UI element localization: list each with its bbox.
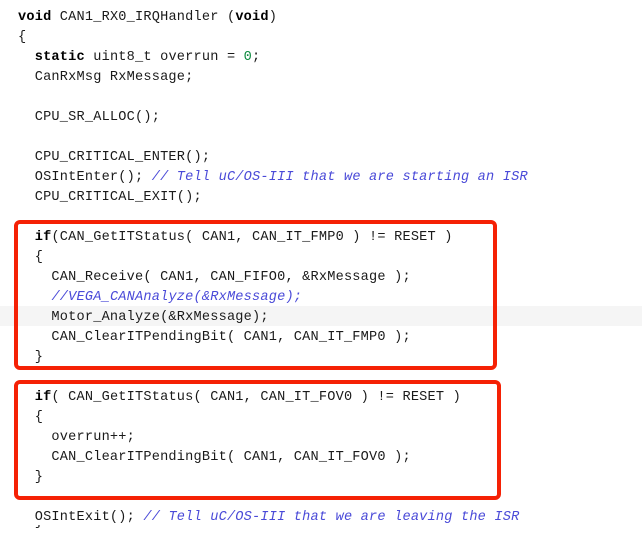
code-token: OSIntExit(); [18, 510, 144, 525]
code-line[interactable]: { [18, 408, 43, 428]
code-line[interactable]: CAN_ClearITPendingBit( CAN1, CAN_IT_FMP0… [18, 328, 411, 348]
code-line[interactable]: Motor_Analyze(&RxMessage); [18, 308, 269, 328]
number-token: 0 [243, 50, 253, 65]
code-token: { [18, 30, 27, 45]
code-line[interactable]: if( CAN_GetITStatus( CAN1, CAN_IT_FOV0 )… [18, 388, 461, 408]
code-token: } [18, 470, 44, 485]
code-line[interactable]: { [18, 28, 26, 48]
keyword-token: if [34, 230, 52, 245]
keyword-token: if [34, 390, 52, 405]
code-line[interactable]: overrun++; [18, 428, 135, 448]
code-line[interactable]: } [18, 468, 43, 488]
code-token: OSIntEnter(); [18, 170, 152, 185]
code-line[interactable]: CPU_CRITICAL_ENTER(); [18, 148, 210, 168]
code-token: CAN_Receive( CAN1, CAN_FIFO0, &RxMessage… [18, 270, 411, 285]
code-token: ) [268, 10, 278, 25]
code-token: CPU_CRITICAL_EXIT(); [18, 190, 202, 205]
code-line[interactable]: OSIntEnter(); // Tell uC/OS-III that we … [18, 168, 528, 188]
code-token: uint8_t overrun = [84, 50, 244, 65]
code-line[interactable]: } [18, 348, 43, 368]
code-token: } [18, 350, 44, 365]
code-line[interactable]: OSIntExit(); // Tell uC/OS-III that we a… [18, 508, 520, 528]
keyword-token: void [235, 10, 269, 25]
code-line[interactable]: CAN_ClearITPendingBit( CAN1, CAN_IT_FOV0… [18, 448, 411, 468]
code-line[interactable]: void CAN1_RX0_IRQHandler (void) [18, 8, 277, 28]
comment-token: // Tell uC/OS-III that we are leaving th… [143, 510, 520, 525]
code-token: CAN1_RX0_IRQHandler ( [51, 10, 236, 25]
code-token: ( CAN_GetITStatus( CAN1, CAN_IT_FOV0 ) !… [51, 390, 461, 405]
code-token: CPU_SR_ALLOC(); [18, 110, 161, 125]
comment-token: //VEGA_CANAnalyze(&RxMessage); [51, 290, 303, 305]
code-editor-surface[interactable]: void CAN1_RX0_IRQHandler (void) { static … [0, 0, 642, 533]
code-line[interactable]: //VEGA_CANAnalyze(&RxMessage); [18, 288, 302, 308]
code-line[interactable]: CanRxMsg RxMessage; [18, 68, 194, 88]
comment-token: // Tell uC/OS-III that we are starting a… [151, 170, 528, 185]
code-line[interactable]: { [18, 248, 43, 268]
code-line[interactable]: static uint8_t overrun = 0; [18, 48, 260, 68]
code-text-layer[interactable]: void CAN1_RX0_IRQHandler (void) { static … [0, 0, 642, 533]
code-line[interactable]: if(CAN_GetITStatus( CAN1, CAN_IT_FMP0 ) … [18, 228, 453, 248]
code-token: Motor_Analyze(&RxMessage); [18, 310, 269, 325]
clipped-bottom-line: } [18, 525, 43, 533]
code-token: CAN_ClearITPendingBit( CAN1, CAN_IT_FOV0… [18, 450, 411, 465]
code-line[interactable]: CAN_Receive( CAN1, CAN_FIFO0, &RxMessage… [18, 268, 411, 288]
code-token: CanRxMsg RxMessage; [18, 70, 194, 85]
code-token: CPU_CRITICAL_ENTER(); [18, 150, 211, 165]
code-token: CAN_ClearITPendingBit( CAN1, CAN_IT_FMP0… [18, 330, 411, 345]
keyword-token: static [34, 50, 85, 65]
code-token: ; [252, 50, 261, 65]
code-token: { [18, 410, 44, 425]
code-line[interactable]: CPU_SR_ALLOC(); [18, 108, 160, 128]
code-token: (CAN_GetITStatus( CAN1, CAN_IT_FMP0 ) !=… [51, 230, 453, 245]
code-token: overrun++; [18, 430, 136, 445]
keyword-token: void [18, 10, 52, 25]
code-line[interactable]: CPU_CRITICAL_EXIT(); [18, 188, 202, 208]
code-token: { [18, 250, 44, 265]
